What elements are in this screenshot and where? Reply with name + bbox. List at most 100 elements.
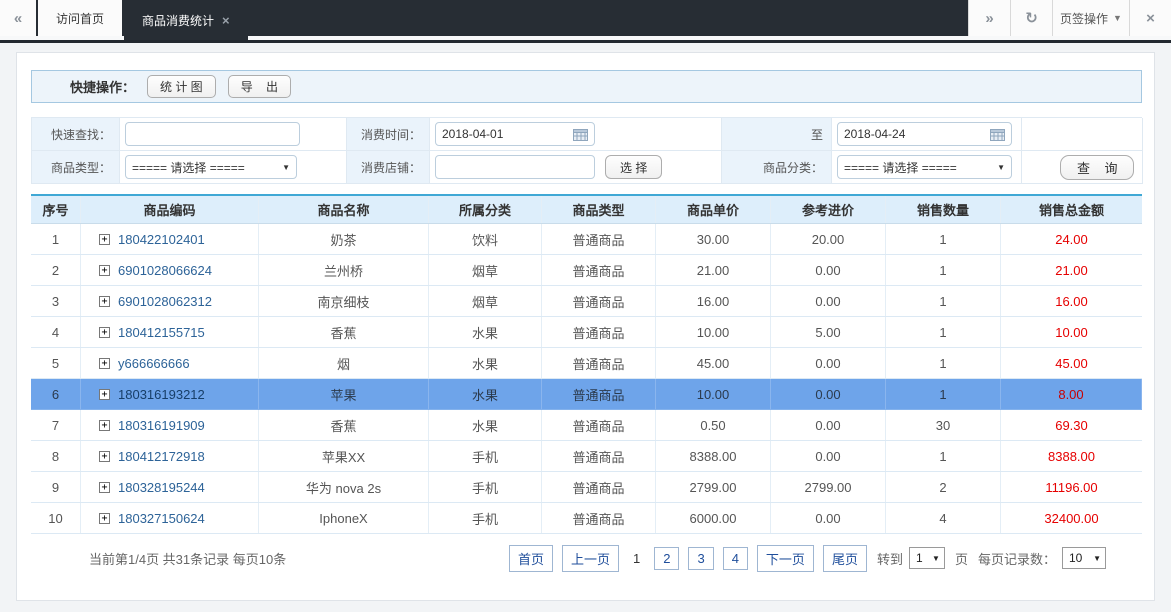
product-code-link[interactable]: 180327150624	[118, 511, 205, 526]
last-page-button[interactable]: 尾页	[823, 545, 867, 572]
expand-row-icon[interactable]: +	[99, 234, 110, 245]
goto-page-select[interactable]: 1 ▼	[909, 547, 945, 569]
cell-qty: 30	[886, 410, 1001, 440]
table-row[interactable]: 2+6901028066624兰州桥烟草普通商品21.000.00121.00	[31, 255, 1142, 286]
expand-row-icon[interactable]: +	[99, 482, 110, 493]
query-button[interactable]: 查 询	[1060, 155, 1134, 180]
statistics-chart-button[interactable]: 统 计 图	[147, 75, 216, 98]
expand-row-icon[interactable]: +	[99, 296, 110, 307]
quick-search-input[interactable]	[125, 122, 300, 146]
column-header: 所属分类	[429, 196, 542, 223]
tab-close-icon[interactable]: ×	[222, 13, 230, 28]
consume-shop-label: 消费店铺：	[347, 151, 430, 184]
cell-no: 8	[31, 441, 81, 471]
product-code-link[interactable]: 180422102401	[118, 232, 205, 247]
cell-price: 10.00	[656, 317, 771, 347]
cell-name: 华为 nova 2s	[259, 472, 429, 502]
product-code-link[interactable]: 6901028062312	[118, 294, 212, 309]
goto-page-value: 1	[916, 551, 923, 565]
consume-time-label: 消费时间：	[347, 118, 430, 151]
cell-name: 苹果	[259, 379, 429, 409]
first-page-button[interactable]: 首页	[509, 545, 553, 572]
product-category-select[interactable]: ===== 请选择 ===== ▼	[837, 155, 1012, 179]
prev-page-button[interactable]: 上一页	[562, 545, 619, 572]
cell-price: 10.00	[656, 379, 771, 409]
table-row[interactable]: 5+y666666666烟水果普通商品45.000.00145.00	[31, 348, 1142, 379]
product-category-label: 商品分类：	[722, 151, 832, 184]
choose-shop-button[interactable]: 选 择	[605, 155, 662, 179]
close-tabs-button[interactable]: ×	[1129, 0, 1171, 36]
table-row[interactable]: 7+180316191909香蕉水果普通商品0.500.003069.30	[31, 410, 1142, 441]
product-code-link[interactable]: 180412155715	[118, 325, 205, 340]
column-header: 销售总金额	[1001, 196, 1142, 223]
cell-qty: 1	[886, 348, 1001, 378]
product-code-link[interactable]: y666666666	[118, 356, 190, 371]
cell-total: 21.00	[1001, 255, 1142, 285]
per-page-select[interactable]: 10 ▼	[1062, 547, 1106, 569]
cell-qty: 1	[886, 441, 1001, 471]
expand-row-icon[interactable]: +	[99, 389, 110, 400]
cell-code: +6901028062312	[81, 286, 259, 316]
expand-row-icon[interactable]: +	[99, 327, 110, 338]
scroll-tabs-right-button[interactable]: »	[968, 0, 1010, 36]
main-panel: 快捷操作： 统 计 图 导 出 快速查找： 消费时间： 2018-04-01 至…	[16, 52, 1155, 601]
tab-operations-dropdown[interactable]: 页签操作 ▼	[1052, 0, 1129, 36]
cell-ref_price: 0.00	[771, 255, 886, 285]
collapse-tabs-left-button[interactable]: «	[0, 0, 38, 36]
cell-ref_price: 0.00	[771, 348, 886, 378]
table-row[interactable]: 6+180316193212苹果水果普通商品10.000.0018.00	[31, 379, 1142, 410]
cell-qty: 1	[886, 379, 1001, 409]
table-row[interactable]: 4+180412155715香蕉水果普通商品10.005.00110.00	[31, 317, 1142, 348]
tab-product-consumption-stats[interactable]: 商品消费统计 ×	[124, 0, 248, 40]
page-number-button[interactable]: 4	[723, 547, 748, 570]
cell-no: 2	[31, 255, 81, 285]
cell-type: 普通商品	[542, 410, 656, 440]
expand-row-icon[interactable]: +	[99, 513, 110, 524]
expand-row-icon[interactable]: +	[99, 451, 110, 462]
expand-row-icon[interactable]: +	[99, 358, 110, 369]
tab-home[interactable]: 访问首页	[38, 0, 124, 36]
cell-type: 普通商品	[542, 317, 656, 347]
cell-code: +180422102401	[81, 224, 259, 254]
expand-row-icon[interactable]: +	[99, 265, 110, 276]
next-page-button[interactable]: 下一页	[757, 545, 814, 572]
cell-name: 烟	[259, 348, 429, 378]
cell-no: 10	[31, 503, 81, 533]
table-row[interactable]: 8+180412172918苹果XX手机普通商品8388.000.0018388…	[31, 441, 1142, 472]
table-row[interactable]: 9+180328195244华为 nova 2s手机普通商品2799.00279…	[31, 472, 1142, 503]
cell-total: 16.00	[1001, 286, 1142, 316]
page-number-button[interactable]: 2	[654, 547, 679, 570]
date-to-input[interactable]: 2018-04-24	[837, 122, 1012, 146]
cell-no: 7	[31, 410, 81, 440]
cell-code: +6901028066624	[81, 255, 259, 285]
refresh-tab-button[interactable]: ↻	[1010, 0, 1052, 36]
product-code-link[interactable]: 180328195244	[118, 480, 205, 495]
export-button[interactable]: 导 出	[228, 75, 291, 98]
table-row[interactable]: 1+180422102401奶茶饮料普通商品30.0020.00124.00	[31, 224, 1142, 255]
column-header: 序号	[31, 196, 81, 223]
table-row[interactable]: 3+6901028062312南京细枝烟草普通商品16.000.00116.00	[31, 286, 1142, 317]
consume-shop-input[interactable]	[435, 155, 595, 179]
table-row[interactable]: 10+180327150624IphoneX手机普通商品6000.000.004…	[31, 503, 1142, 534]
date-from-input[interactable]: 2018-04-01	[435, 122, 595, 146]
product-category-value: ===== 请选择 =====	[844, 159, 957, 176]
cell-price: 21.00	[656, 255, 771, 285]
cell-category: 水果	[429, 379, 542, 409]
product-type-label: 商品类型：	[32, 151, 120, 184]
product-code-link[interactable]: 180316193212	[118, 387, 205, 402]
product-code-link[interactable]: 180316191909	[118, 418, 205, 433]
expand-row-icon[interactable]: +	[99, 420, 110, 431]
cell-category: 手机	[429, 441, 542, 471]
column-header: 商品类型	[542, 196, 656, 223]
cell-price: 6000.00	[656, 503, 771, 533]
tabbar-spacer	[248, 0, 968, 36]
product-code-link[interactable]: 180412172918	[118, 449, 205, 464]
product-code-link[interactable]: 6901028066624	[118, 263, 212, 278]
cell-name: 南京细枝	[259, 286, 429, 316]
page-number-button[interactable]: 3	[688, 547, 713, 570]
cell-code: +180316191909	[81, 410, 259, 440]
refresh-icon: ↻	[1025, 9, 1038, 27]
product-type-select[interactable]: ===== 请选择 ===== ▼	[125, 155, 297, 179]
cell-ref_price: 20.00	[771, 224, 886, 254]
cell-total: 45.00	[1001, 348, 1142, 378]
